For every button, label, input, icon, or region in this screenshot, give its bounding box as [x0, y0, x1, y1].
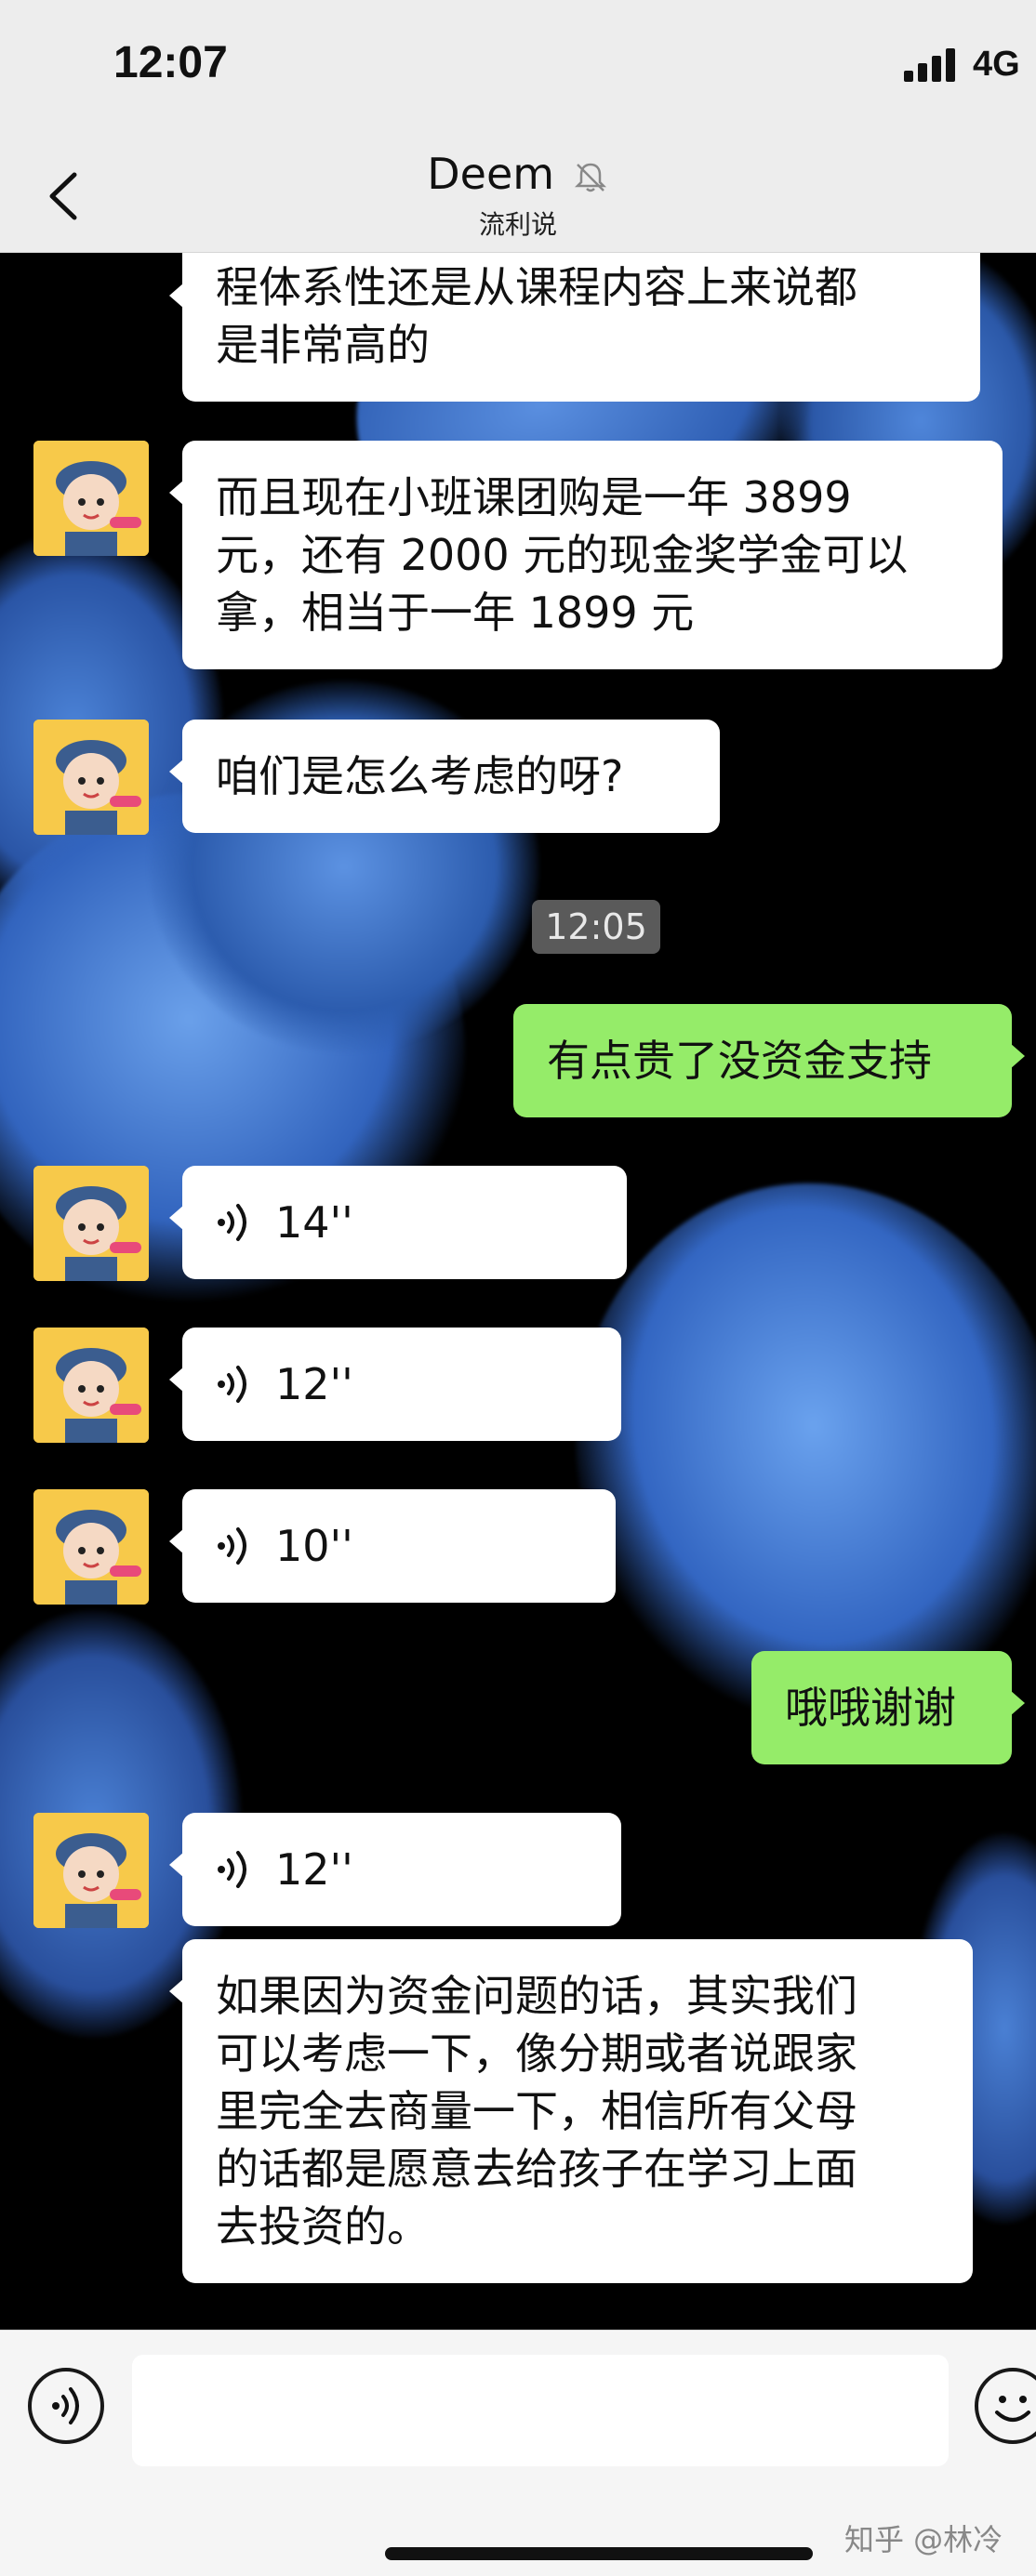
chat-title[interactable]: Deem [0, 149, 1036, 199]
avatar-image [33, 1489, 149, 1605]
voice-input-icon [52, 2387, 79, 2424]
chat-message-list[interactable]: 程体系性还是从课程内容上来说都 是非常高的 而且现在小班课团购是一年 3899 … [0, 253, 1036, 2330]
avatar[interactable] [33, 1813, 149, 1928]
chat-input-bar: 知乎 @林冷 [0, 2330, 1036, 2576]
avatar[interactable] [33, 1328, 149, 1443]
voice-duration: 12'' [275, 1359, 353, 1409]
message-bubble-self[interactable]: 有点贵了没资金支持 [513, 1004, 1025, 1117]
watermark: 知乎 @林冷 [844, 2522, 1003, 2557]
message-line: 去投资的。 [216, 2201, 430, 2252]
avatar-image [33, 1328, 149, 1443]
message-line: 可以考虑一下，像分期或者说跟家 [216, 2028, 857, 2079]
chat-header: Deem 流利说 [0, 139, 1036, 253]
avatar-image [33, 441, 149, 556]
network-type: 4G [973, 45, 1020, 84]
message-line: 如果因为资金问题的话，其实我们 [216, 1971, 857, 2021]
message-line: 里完全去商量一下，相信所有父母 [216, 2086, 857, 2136]
signal-strength-icon [904, 48, 962, 82]
message-line: 拿，相当于一年 1899 元 [216, 588, 695, 638]
avatar-image [33, 1813, 149, 1928]
chat-subtitle: 流利说 [478, 209, 557, 240]
voice-duration: 14'' [275, 1197, 353, 1248]
voice-message[interactable]: 12'' [169, 1328, 621, 1441]
voice-message[interactable]: 14'' [169, 1166, 627, 1279]
avatar-image [33, 1166, 149, 1281]
status-bar: 12:07 4G [0, 0, 1036, 139]
message-line: 有点贵了没资金支持 [547, 1036, 932, 1086]
message-timestamp: 12:05 [532, 900, 660, 954]
message-line: 哦哦谢谢 [785, 1683, 956, 1733]
message-bubble[interactable]: 程体系性还是从课程内容上来说都 是非常高的 [169, 253, 980, 402]
voice-wave-icon [218, 1204, 246, 1241]
voice-input-button[interactable] [28, 2368, 104, 2444]
avatar[interactable] [33, 1489, 149, 1605]
bell-off-icon [574, 163, 606, 192]
message-line: 元，还有 2000 元的现金奖学金可以 [216, 530, 909, 580]
voice-wave-icon [218, 1527, 246, 1565]
message-line: 的话都是愿意去给孩子在学习上面 [216, 2144, 857, 2194]
message-input[interactable] [132, 2355, 949, 2466]
avatar[interactable] [33, 720, 149, 835]
message-bubble[interactable]: 而且现在小班课团购是一年 3899 元，还有 2000 元的现金奖学金可以 拿，… [169, 441, 1003, 669]
home-indicator[interactable] [385, 2547, 813, 2560]
message-line: 而且现在小班课团购是一年 3899 [216, 472, 852, 522]
emoji-icon [995, 2396, 1030, 2422]
message-line: 咱们是怎么考虑的呀? [216, 751, 624, 801]
voice-wave-icon [218, 1366, 246, 1403]
avatar[interactable] [33, 441, 149, 556]
voice-message[interactable]: 12'' [169, 1813, 621, 1926]
message-line: 程体系性还是从课程内容上来说都 [216, 262, 857, 312]
status-time: 12:07 [113, 38, 228, 87]
message-bubble[interactable]: 咱们是怎么考虑的呀? [169, 720, 720, 833]
contact-name: Deem [427, 149, 555, 199]
voice-message[interactable]: 10'' [169, 1489, 616, 1603]
message-bubble-self[interactable]: 哦哦谢谢 [751, 1651, 1025, 1764]
voice-wave-icon [218, 1851, 246, 1888]
voice-duration: 12'' [275, 1844, 353, 1895]
message-bubble[interactable]: 如果因为资金问题的话，其实我们 可以考虑一下，像分期或者说跟家 里完全去商量一下… [169, 1939, 973, 2283]
avatar-image [33, 720, 149, 835]
avatar[interactable] [33, 1166, 149, 1281]
message-line: 是非常高的 [216, 320, 430, 370]
voice-duration: 10'' [275, 1521, 353, 1571]
emoji-button[interactable] [975, 2368, 1036, 2444]
